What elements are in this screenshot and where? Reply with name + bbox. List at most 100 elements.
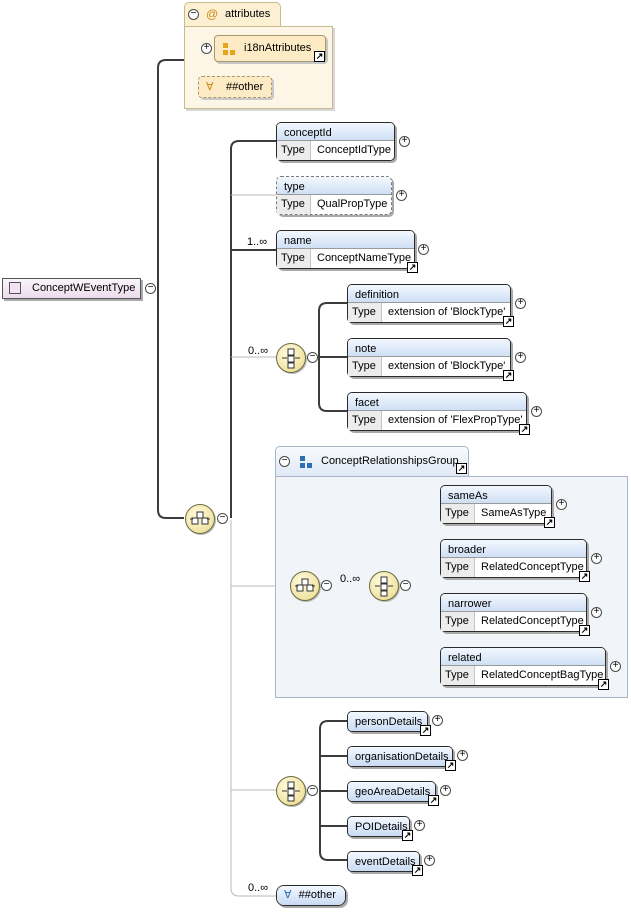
attribute-group-link-icon[interactable]: ↗ [314,51,325,62]
element-broader-type: Type RelatedConceptType [441,557,586,577]
type-key: Type [277,249,311,268]
type-key: Type [441,612,475,631]
attributes-tab[interactable]: − @ attributes [184,2,281,26]
element-broader[interactable]: broader Type RelatedConceptType ↗ [440,539,590,582]
element-facet[interactable]: facet Type extension of 'FlexPropType' ↗ [347,392,530,435]
details-choice-compositor[interactable] [276,776,306,806]
element-conceptId-expand[interactable]: + [399,136,410,147]
element-personDetails-link-icon[interactable]: ↗ [420,725,431,736]
type-value: RelatedConceptType [481,615,584,627]
element-narrower-link-icon[interactable]: ↗ [579,625,590,636]
element-related[interactable]: related Type RelatedConceptBagType ↗ [440,647,609,690]
notes-choice-collapse-toggle[interactable]: − [307,352,318,363]
element-geoAreaDetails-link-icon[interactable]: ↗ [428,795,439,806]
element-sameAs-type: Type SameAsType [441,503,551,523]
type-value: RelatedConceptType [481,561,584,573]
any-attribute-other[interactable]: ∀ ##other [198,76,272,98]
any-element-other[interactable]: ∀ ##other [276,885,346,906]
element-name-link-icon[interactable]: ↗ [407,262,418,273]
element-sameAs-link-icon[interactable]: ↗ [544,517,555,528]
element-broader-link-icon[interactable]: ↗ [579,571,590,582]
element-organisationDetails[interactable]: organisationDetails ↗ [347,746,456,771]
element-narrower-expand[interactable]: + [591,607,602,618]
element-related-expand[interactable]: + [610,661,621,672]
type-key: Type [277,195,311,214]
type-key: Type [348,411,382,430]
element-name[interactable]: name Type ConceptNameType ↗ [276,230,418,273]
element-broader-expand[interactable]: + [591,553,602,564]
element-definition-link-icon[interactable]: ↗ [503,316,514,327]
element-eventDetails-link-icon[interactable]: ↗ [412,865,423,876]
element-personDetails-expand[interactable]: + [432,715,443,726]
element-name-expand[interactable]: + [418,244,429,255]
element-related-type: Type RelatedConceptBagType [441,665,605,685]
element-note[interactable]: note Type extension of 'BlockType' ↗ [347,338,514,381]
element-organisationDetails-link-icon[interactable]: ↗ [445,760,456,771]
group-collapse-toggle[interactable]: − [279,456,290,467]
element-personDetails-label: personDetails [348,712,427,731]
group-choice-compositor[interactable] [369,571,399,601]
element-geoAreaDetails[interactable]: geoAreaDetails ↗ [347,781,439,806]
element-definition-type: Type extension of 'BlockType' [348,302,510,322]
element-eventDetails-expand[interactable]: + [424,855,435,866]
root-collapse-toggle[interactable]: − [145,283,156,294]
element-geoAreaDetails-label: geoAreaDetails [348,782,435,801]
group-choice-collapse-toggle[interactable]: − [400,580,411,591]
element-type-expand[interactable]: + [396,190,407,201]
group-link-icon[interactable]: ↗ [456,463,467,474]
element-facet-type: Type extension of 'FlexPropType' [348,410,526,430]
element-note-type: Type extension of 'BlockType' [348,356,510,376]
attribute-group-icon [223,43,235,55]
element-facet-expand[interactable]: + [531,406,542,417]
any-attribute-label: ##other [226,81,264,93]
element-organisationDetails-label: organisationDetails [348,747,452,766]
attribute-at-icon: @ [206,7,219,21]
element-POIDetails-link-icon[interactable]: ↗ [402,830,413,841]
type-value: extension of 'BlockType' [388,360,506,372]
type-value: extension of 'FlexPropType' [388,414,523,426]
notes-choice-compositor[interactable] [276,343,306,373]
attributes-collapse-toggle[interactable]: − [188,9,199,20]
element-POIDetails[interactable]: POIDetails ↗ [347,816,413,841]
main-sequence-compositor[interactable] [185,504,215,534]
element-definition-expand[interactable]: + [515,298,526,309]
attribute-group-expand-toggle[interactable]: + [201,43,212,54]
element-sameAs-expand[interactable]: + [556,499,567,510]
element-narrower[interactable]: narrower Type RelatedConceptType ↗ [440,593,590,636]
element-conceptId[interactable]: conceptId Type ConceptIdType [276,122,395,161]
element-POIDetails-expand[interactable]: + [414,820,425,831]
occurrence-name: 1..∞ [247,236,268,248]
group-sequence-collapse-toggle[interactable]: − [321,580,332,591]
main-sequence-collapse-toggle[interactable]: − [217,513,228,524]
element-sameAs[interactable]: sameAs Type SameAsType ↗ [440,485,555,528]
group-sequence-compositor[interactable] [290,571,320,601]
element-eventDetails-label: eventDetails [348,852,419,871]
element-geoAreaDetails-expand[interactable]: + [440,785,451,796]
type-key: Type [441,666,475,685]
element-related-link-icon[interactable]: ↗ [598,679,609,690]
element-definition[interactable]: definition Type extension of 'BlockType' … [347,284,514,327]
attributes-panel: + i18nAttributes ↗ ∀ ##other [184,26,333,109]
root-element-label: ConceptWEventType [32,282,136,294]
element-eventDetails[interactable]: eventDetails ↗ [347,851,423,876]
type-value: QualPropType [317,198,388,210]
element-type[interactable]: type Type QualPropType [276,176,392,215]
element-note-expand[interactable]: + [515,352,526,363]
type-key: Type [441,558,475,577]
any-element-content: ∀ ##other [277,886,345,905]
element-personDetails[interactable]: personDetails ↗ [347,711,431,736]
attributes-tab-label: attributes [225,8,271,20]
type-key: Type [441,504,475,523]
model-group-icon [300,456,312,468]
details-choice-collapse-toggle[interactable]: − [307,785,318,796]
attribute-group-i18n[interactable]: i18nAttributes ↗ [214,35,326,62]
group-tab[interactable]: − ConceptRelationshipsGroup ↗ [275,446,469,477]
element-organisationDetails-expand[interactable]: + [457,750,468,761]
root-element-box[interactable]: ConceptWEventType [2,278,141,299]
any-attribute-icon: ∀ [206,81,214,93]
type-key: Type [348,357,382,376]
element-note-link-icon[interactable]: ↗ [503,370,514,381]
type-value: SameAsType [481,507,547,519]
type-key: Type [348,303,382,322]
element-facet-link-icon[interactable]: ↗ [519,424,530,435]
